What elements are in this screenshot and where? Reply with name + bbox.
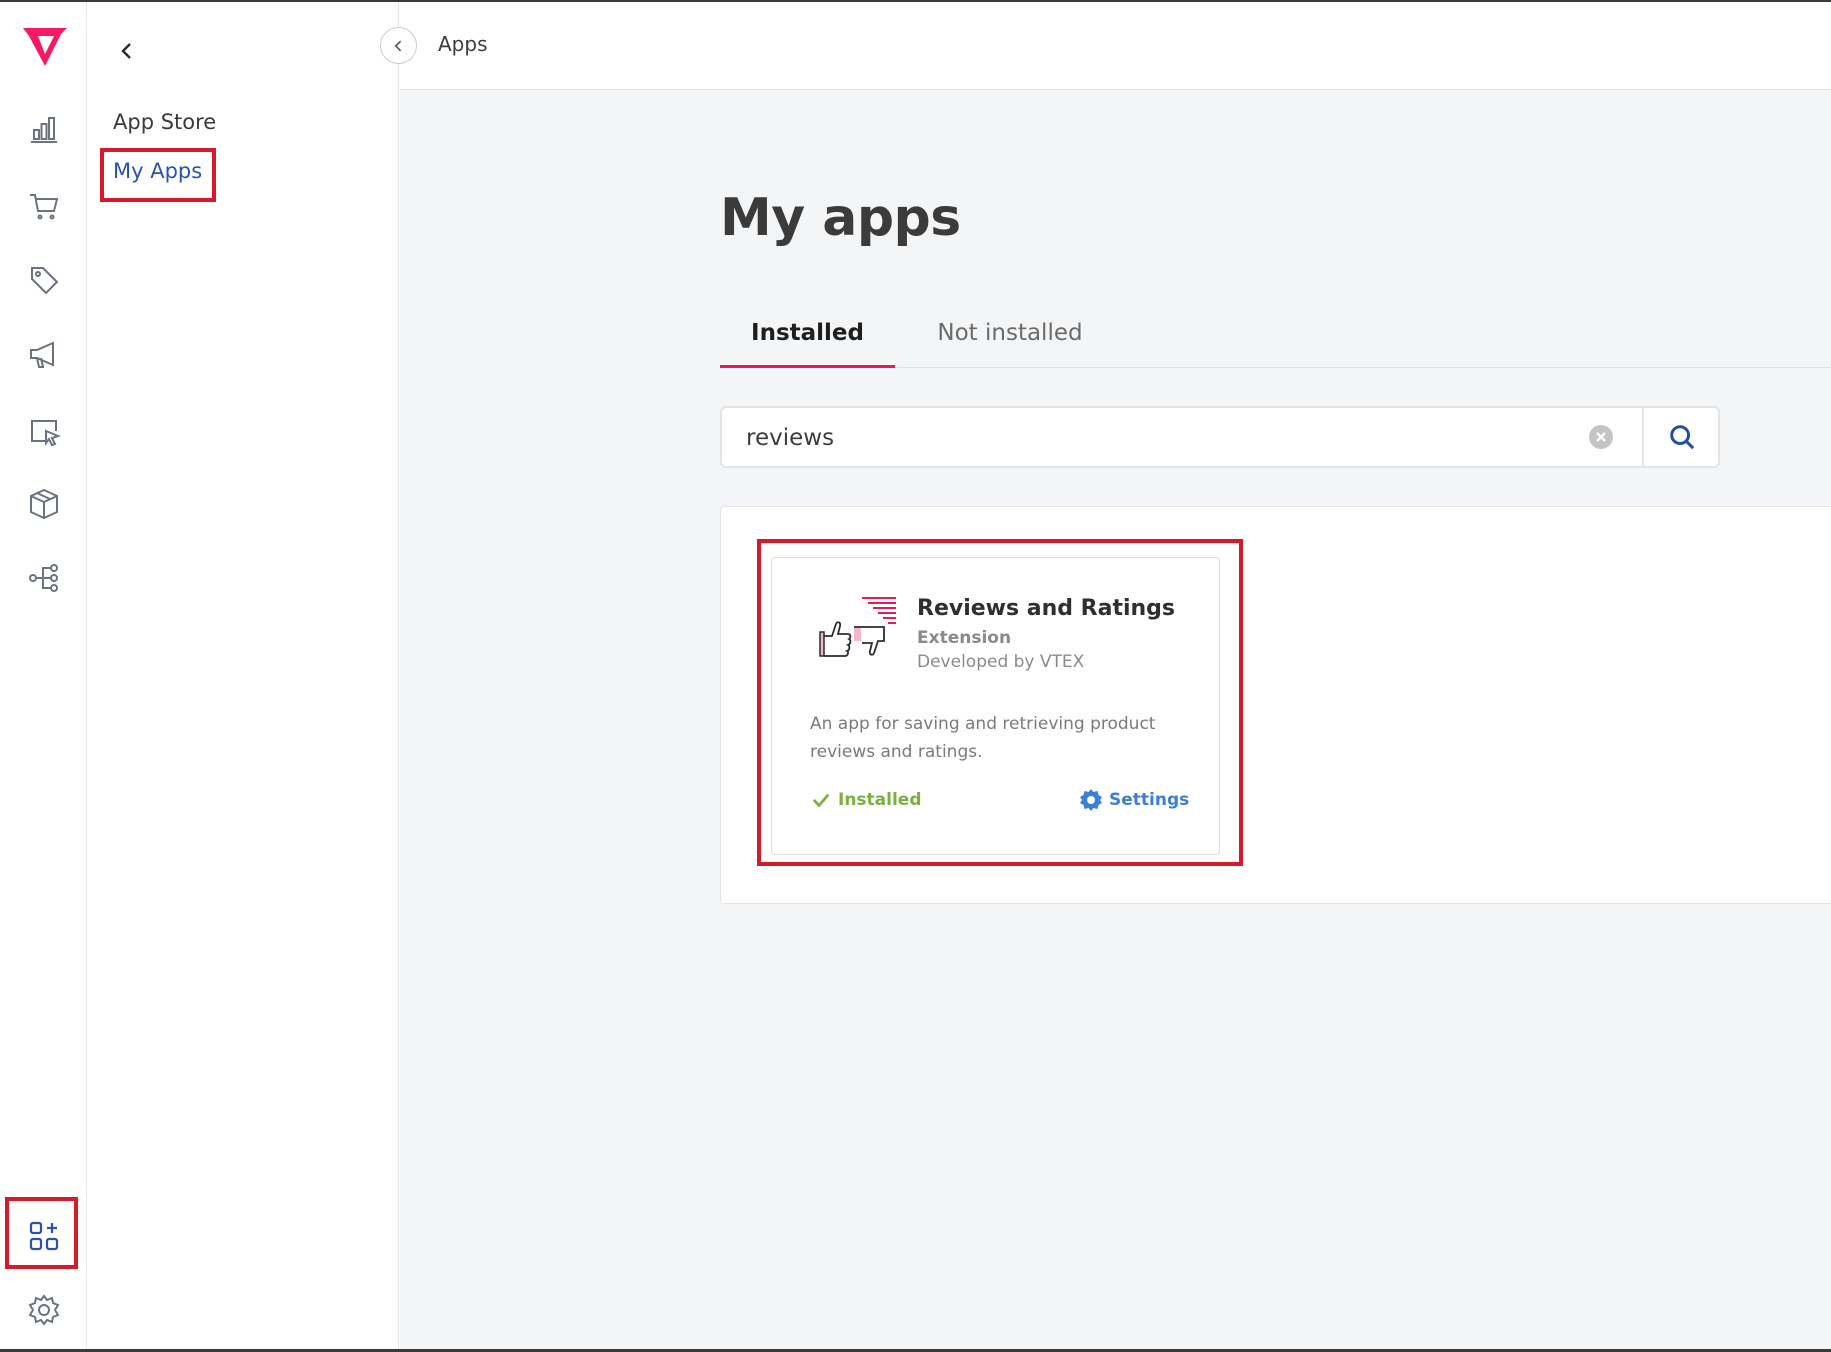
icon-rail: [0, 2, 87, 1349]
status-label: Installed: [838, 790, 922, 810]
secondary-nav: App Store My Apps: [88, 2, 399, 1349]
app-description: An app for saving and retrieving product…: [810, 710, 1190, 766]
tag-icon[interactable]: [22, 258, 66, 302]
breadcrumb: Apps: [438, 32, 488, 56]
tab-not-installed[interactable]: Not installed: [910, 310, 1110, 368]
settings-label: Settings: [1109, 790, 1189, 810]
nav-item-my-apps[interactable]: My Apps: [113, 159, 202, 183]
check-icon: [812, 791, 830, 809]
chevron-left-icon[interactable]: [112, 36, 142, 66]
search-icon: [1668, 423, 1696, 451]
vtex-logo[interactable]: [20, 24, 70, 70]
collapse-sidebar-button[interactable]: [380, 27, 417, 64]
gear-icon[interactable]: [22, 1288, 66, 1332]
tabs: Installed Not installed: [720, 310, 1831, 368]
settings-gear-icon: [1079, 788, 1103, 812]
search-input[interactable]: [746, 420, 1586, 456]
page-title: My apps: [720, 188, 961, 248]
clear-icon[interactable]: [1588, 424, 1614, 450]
app-name: Reviews and Ratings: [917, 596, 1175, 621]
app-type: Extension: [917, 628, 1011, 648]
apps-grid-icon[interactable]: [22, 1214, 66, 1258]
dashboard-icon[interactable]: [22, 108, 66, 152]
tab-installed[interactable]: Installed: [720, 310, 895, 368]
installed-status: Installed: [812, 790, 922, 810]
box-icon[interactable]: [22, 482, 66, 526]
nav-item-app-store[interactable]: App Store: [113, 110, 216, 134]
search-bar: [720, 406, 1720, 468]
cart-icon[interactable]: [22, 184, 66, 228]
megaphone-icon[interactable]: [22, 332, 66, 376]
page-header: Apps: [400, 2, 1831, 90]
settings-link[interactable]: Settings: [1079, 788, 1189, 812]
storefront-cursor-icon[interactable]: [22, 410, 66, 454]
integrations-icon[interactable]: [22, 556, 66, 600]
app-card-reviews-and-ratings[interactable]: Reviews and Ratings Extension Developed …: [771, 557, 1220, 855]
app-developer: Developed by VTEX: [917, 652, 1084, 672]
search-button[interactable]: [1642, 408, 1720, 466]
thumbs-up-down-icon: [818, 596, 898, 662]
